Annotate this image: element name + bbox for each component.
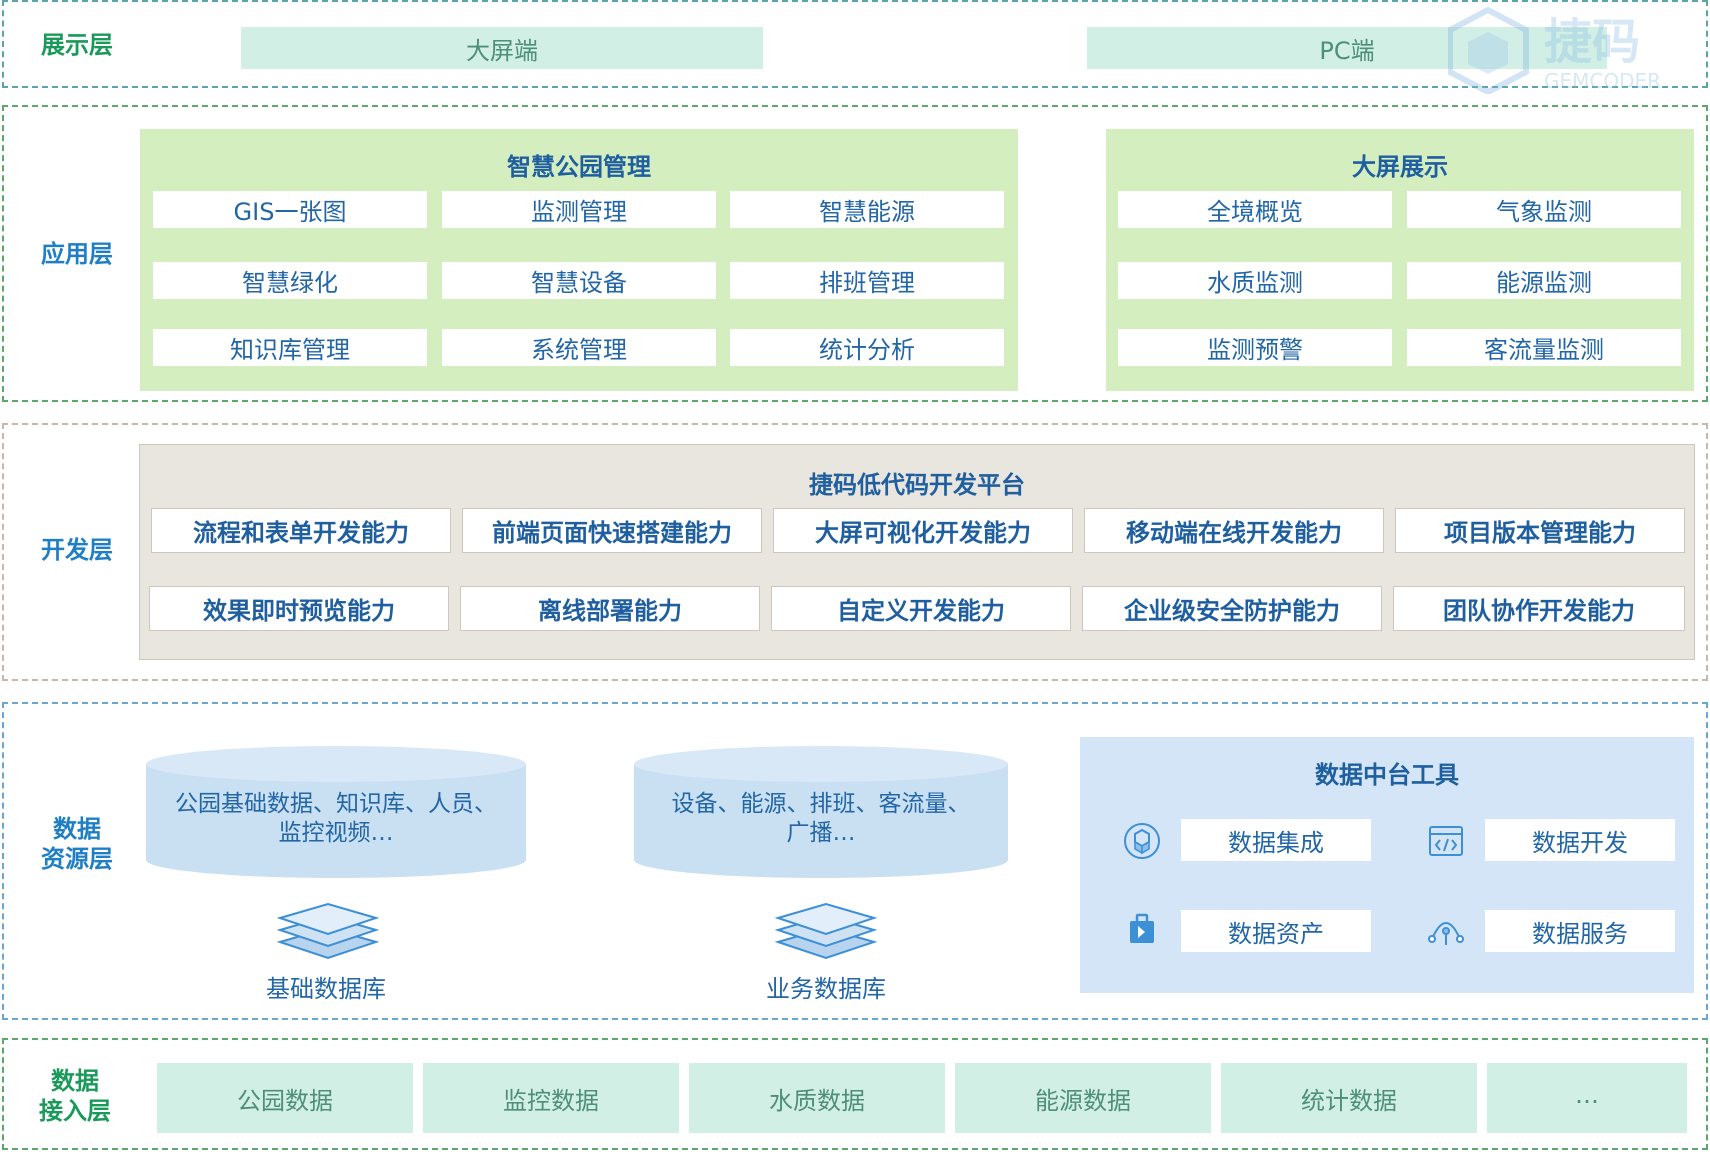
tool-data-services: 数据服务 — [1485, 910, 1675, 952]
park-item-system: 系统管理 — [442, 329, 716, 366]
park-item-monitor: 监测管理 — [442, 191, 716, 228]
park-item-gis: GIS一张图 — [153, 191, 427, 228]
display-layer-label: 展示层 — [41, 31, 113, 59]
base-data-cylinder: 公园基础数据、知识库、人员、 监控视频… — [146, 746, 526, 878]
park-item-statistics: 统计分析 — [730, 329, 1004, 366]
park-item-greening: 智慧绿化 — [153, 262, 427, 299]
park-item-knowledge: 知识库管理 — [153, 329, 427, 366]
lowcode-platform-panel: 捷码低代码开发平台 流程和表单开发能力 前端页面快速搭建能力 大屏可视化开发能力… — [139, 444, 1695, 660]
park-item-energy: 智慧能源 — [730, 191, 1004, 228]
park-management-panel: 智慧公园管理 GIS一张图 监测管理 智慧能源 智慧绿化 智慧设备 排班管理 知… — [140, 129, 1018, 391]
screen-item-visitors: 客流量监测 — [1407, 329, 1681, 366]
access-item-park: 公园数据 — [157, 1063, 413, 1133]
dev-capability-custom: 自定义开发能力 — [771, 586, 1071, 631]
access-item-monitoring: 监控数据 — [423, 1063, 679, 1133]
data-resource-layer-label-1: 数据 — [53, 815, 101, 843]
svg-text:捷码: 捷码 — [1544, 14, 1640, 70]
screen-item-water: 水质监测 — [1118, 262, 1392, 299]
dev-capability-frontend: 前端页面快速搭建能力 — [462, 508, 762, 553]
database-stack-icon — [774, 902, 878, 960]
screen-item-weather: 气象监测 — [1407, 191, 1681, 228]
database-stack-icon — [276, 902, 380, 960]
tool-data-integration: 数据集成 — [1181, 819, 1371, 861]
access-item-more: … — [1487, 1063, 1687, 1133]
park-item-devices: 智慧设备 — [442, 262, 716, 299]
park-item-scheduling: 排班管理 — [730, 262, 1004, 299]
asset-icon — [1130, 913, 1154, 943]
dev-capability-offline: 离线部署能力 — [460, 586, 760, 631]
gemcoder-watermark-logo: 捷码 GEMCODER — [1448, 6, 1661, 94]
dev-layer-label: 开发层 — [41, 536, 113, 564]
data-access-layer-label-1: 数据 — [51, 1067, 99, 1095]
screen-item-alert: 监测预警 — [1118, 329, 1392, 366]
base-data-line2: 监控视频… — [278, 820, 394, 846]
base-data-line1: 公园基础数据、知识库、人员、 — [175, 791, 497, 817]
business-data-line1: 设备、能源、排班、客流量、 — [671, 791, 971, 817]
code-icon — [1429, 826, 1463, 856]
access-item-water: 水质数据 — [689, 1063, 945, 1133]
integration-icon — [1124, 823, 1160, 859]
data-access-layer-label-2: 接入层 — [39, 1097, 111, 1125]
business-database-label: 业务数据库 — [766, 975, 886, 1003]
display-big-screen: 大屏端 — [241, 27, 763, 69]
dev-capability-mobile: 移动端在线开发能力 — [1084, 508, 1384, 553]
park-management-title: 智慧公园管理 — [507, 153, 651, 181]
dev-capability-workflow: 流程和表单开发能力 — [151, 508, 451, 553]
tool-data-development: 数据开发 — [1485, 819, 1675, 861]
dev-capability-preview: 效果即时预览能力 — [149, 586, 449, 631]
tool-data-assets: 数据资产 — [1181, 910, 1371, 952]
access-item-statistics: 统计数据 — [1221, 1063, 1477, 1133]
dev-capability-versioning: 项目版本管理能力 — [1395, 508, 1685, 553]
service-icon — [1428, 922, 1464, 945]
data-platform-tools-panel: 数据中台工具 数据集成 数据开发 数据资产 数据服务 — [1080, 737, 1694, 993]
dev-capability-security: 企业级安全防护能力 — [1082, 586, 1382, 631]
business-data-line2: 广播… — [786, 820, 856, 846]
data-resource-layer-label-2: 资源层 — [41, 845, 113, 873]
base-database-label: 基础数据库 — [266, 975, 386, 1003]
dev-capability-team: 团队协作开发能力 — [1393, 586, 1685, 631]
access-item-energy: 能源数据 — [955, 1063, 1211, 1133]
business-data-cylinder: 设备、能源、排班、客流量、 广播… — [634, 746, 1008, 878]
lowcode-platform-title: 捷码低代码开发平台 — [809, 471, 1025, 499]
big-screen-title: 大屏展示 — [1352, 153, 1448, 181]
big-screen-panel: 大屏展示 全境概览 气象监测 水质监测 能源监测 监测预警 客流量监测 — [1106, 129, 1694, 391]
screen-item-energy: 能源监测 — [1407, 262, 1681, 299]
svg-text:GEMCODER: GEMCODER — [1544, 69, 1661, 93]
app-layer-label: 应用层 — [41, 240, 113, 268]
data-resource-layer: 数据 资源层 公园基础数据、知识库、人员、 监控视频… 基础数据库 设备、能源、… — [2, 702, 1708, 1020]
dev-capability-bigscreen: 大屏可视化开发能力 — [773, 508, 1073, 553]
screen-item-overview: 全境概览 — [1118, 191, 1392, 228]
app-layer: 应用层 智慧公园管理 GIS一张图 监测管理 智慧能源 智慧绿化 智慧设备 排班… — [2, 105, 1708, 402]
data-platform-tools-title: 数据中台工具 — [1315, 761, 1459, 789]
dev-layer: 开发层 捷码低代码开发平台 流程和表单开发能力 前端页面快速搭建能力 大屏可视化… — [2, 423, 1708, 681]
